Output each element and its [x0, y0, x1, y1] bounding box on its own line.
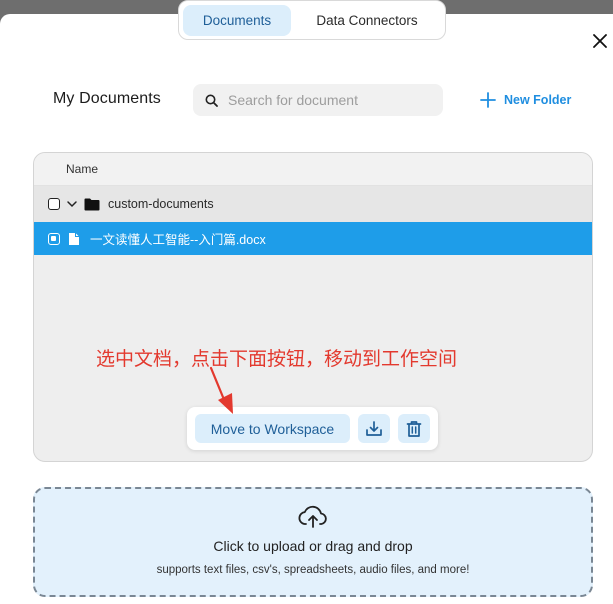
folder-checkbox[interactable]: [48, 198, 60, 210]
search-input[interactable]: [228, 92, 428, 108]
chevron-down-icon[interactable]: [66, 198, 78, 210]
cloud-upload-icon: [298, 505, 327, 528]
annotation-text: 选中文档，点击下面按钮，移动到工作空间: [96, 348, 458, 370]
search-box[interactable]: [193, 84, 443, 116]
documents-modal: Documents Data Connectors My Documents N…: [0, 0, 613, 604]
move-to-workspace-button[interactable]: Move to Workspace: [195, 414, 350, 443]
annotation-arrow-icon: [209, 366, 233, 414]
file-icon: [69, 232, 79, 245]
file-row[interactable]: 一文读懂人工智能--入门篇.docx: [34, 222, 592, 255]
column-header-name: Name: [34, 153, 592, 186]
new-folder-button[interactable]: New Folder: [480, 92, 571, 108]
page-title: My Documents: [53, 90, 161, 107]
tab-data-connectors[interactable]: Data Connectors: [297, 5, 437, 36]
search-icon: [205, 94, 218, 107]
download-tray-icon: [366, 420, 382, 436]
folder-name: custom-documents: [108, 197, 214, 211]
delete-button[interactable]: [398, 414, 430, 443]
close-icon: [593, 34, 607, 48]
new-folder-label: New Folder: [504, 93, 572, 107]
upload-subtitle: supports text files, csv's, spreadsheets…: [156, 564, 470, 576]
download-button[interactable]: [358, 414, 390, 443]
folder-icon: [84, 198, 100, 210]
tab-documents[interactable]: Documents: [183, 4, 291, 36]
upload-title: Click to upload or drag and drop: [213, 538, 413, 554]
file-name: 一文读懂人工智能--入门篇.docx: [90, 233, 266, 247]
upload-dropzone[interactable]: Click to upload or drag and drop support…: [33, 487, 593, 597]
folder-row[interactable]: custom-documents: [34, 186, 592, 222]
file-checkbox[interactable]: [48, 232, 60, 245]
close-button[interactable]: [589, 30, 611, 52]
tab-bar: Documents Data Connectors: [178, 0, 446, 40]
plus-icon: [480, 92, 496, 108]
trash-icon: [406, 420, 422, 437]
